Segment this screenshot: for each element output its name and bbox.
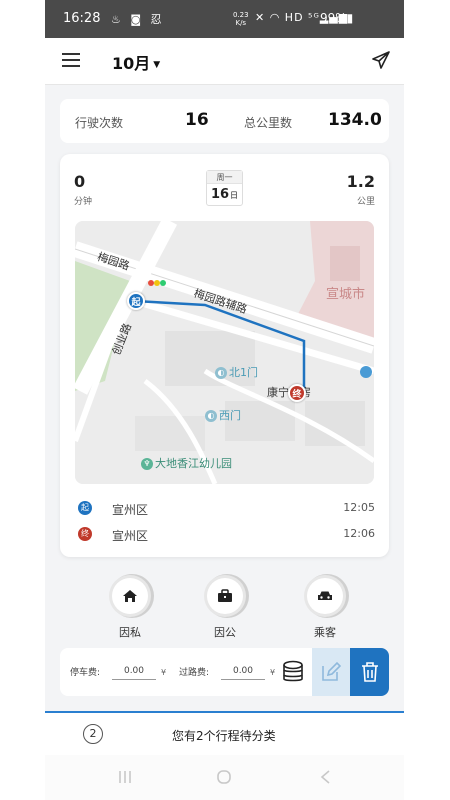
kindergarten-icon: ♆ <box>141 458 153 470</box>
total-km-label: 总公里数 <box>244 116 293 130</box>
back-icon[interactable] <box>318 769 334 785</box>
phone-screen: 16:28 ♨ ◙ 忍 0.23 K/s ✕ ◠ HD ⁵ᴳ▂▄▆ 99%▮ 1… <box>45 0 404 800</box>
end-time: 12:06 <box>343 527 375 540</box>
trip-day: 16日 <box>210 187 239 202</box>
start-marker-icon: 起 <box>78 501 92 515</box>
total-km-value: 134.0 <box>328 110 382 130</box>
recents-icon[interactable] <box>117 769 133 785</box>
toll-currency: ¥ <box>270 668 276 677</box>
month-selector[interactable]: 10月 ▼ <box>112 50 160 74</box>
distance-value: 1.2 <box>346 172 375 191</box>
toll-fee-label: 过路费: <box>179 668 210 678</box>
end-marker-icon: 终 <box>78 527 92 541</box>
briefcase-icon <box>218 589 232 602</box>
parking-currency: ¥ <box>161 668 167 677</box>
map-poi-west-gate: ◐ 西门 <box>205 407 241 423</box>
gate-icon: ◐ <box>205 410 217 422</box>
parking-fee-input[interactable] <box>112 662 156 680</box>
category-private-label: 因私 <box>119 626 141 639</box>
menu-icon[interactable] <box>62 53 80 67</box>
duration-value: 0 <box>74 172 86 191</box>
home-icon <box>123 590 137 602</box>
home-nav-icon[interactable] <box>216 769 232 785</box>
edit-button[interactable] <box>312 648 350 696</box>
network-speed: 0.23 K/s <box>233 11 249 27</box>
battery-indicator: 99%▮ <box>320 11 354 25</box>
caret-down-icon: ▼ <box>153 59 161 70</box>
pending-message: 您有2个行程待分类 <box>172 729 276 743</box>
pending-count-badge: 2 <box>83 724 103 744</box>
route-start-pin: 起 <box>127 292 145 310</box>
map-poi-north-gate: ◐ 北1门 <box>215 364 258 380</box>
end-area: 宣州区 <box>112 529 149 543</box>
fee-panel: 停车费: ¥ 过路费: ¥ <box>60 648 389 696</box>
map-district-label: 宣城市 <box>326 287 366 302</box>
route-end-pin: 终 <box>288 384 306 402</box>
distance-unit: 公里 <box>356 197 375 207</box>
gate-icon: ◐ <box>215 367 227 379</box>
end-location-row: 终 宣州区 12:06 <box>60 522 389 548</box>
start-area: 宣州区 <box>112 503 149 517</box>
toll-fee-input[interactable] <box>221 662 265 680</box>
duration-unit: 分钟 <box>74 197 93 207</box>
category-private-button[interactable]: 因私 <box>102 578 158 640</box>
trip-weekday: 周一 <box>207 171 242 184</box>
stats-summary: 行驶次数 16 总公里数 134.0 <box>60 99 389 143</box>
category-business-button[interactable]: 因公 <box>197 578 253 640</box>
route-map[interactable]: 梅园路 梅园路辅路 创业路 宣城市 ◐北1门 ◐西门 康宁药房 ♆大地香江幼儿园… <box>75 221 374 484</box>
trip-date: 周一 16日 <box>206 170 243 206</box>
edit-icon <box>322 661 342 681</box>
trips-count-value: 16 <box>185 110 209 130</box>
trash-icon <box>362 662 378 682</box>
trip-card[interactable]: 0 分钟 周一 16日 1.2 公里 梅园路 梅园路辅路 创业路 宣城市 ◐ 北… <box>60 154 389 557</box>
app-header: 10月 ▼ <box>45 38 404 85</box>
trips-count-label: 行驶次数 <box>75 116 124 130</box>
status-bar: 16:28 ♨ ◙ 忍 0.23 K/s ✕ ◠ HD ⁵ᴳ▂▄▆ 99%▮ <box>45 0 404 38</box>
start-time: 12:05 <box>343 501 375 514</box>
month-label: 10月 <box>112 54 151 73</box>
category-passenger-label: 乘客 <box>314 626 336 639</box>
category-business-label: 因公 <box>214 626 236 639</box>
car-icon <box>318 591 332 600</box>
left-margin <box>0 0 45 800</box>
system-nav-bar <box>45 755 404 800</box>
notification-icons: ♨ ◙ 忍 <box>111 13 165 26</box>
start-location-row: 起 宣州区 12:05 <box>60 496 389 522</box>
status-time: 16:28 <box>63 11 101 26</box>
category-passenger-button[interactable]: 乘客 <box>297 578 353 640</box>
bus-stop-icon <box>360 366 372 378</box>
pending-trips-bar[interactable]: 2 您有2个行程待分类 <box>45 711 404 755</box>
map-poi-kindergarten: ♆ 大地香江幼儿园 <box>141 455 232 471</box>
send-icon[interactable] <box>371 50 391 70</box>
delete-button[interactable] <box>350 648 389 696</box>
parking-fee-label: 停车费: <box>70 668 101 678</box>
coins-icon[interactable] <box>282 660 304 684</box>
right-margin <box>404 0 450 800</box>
